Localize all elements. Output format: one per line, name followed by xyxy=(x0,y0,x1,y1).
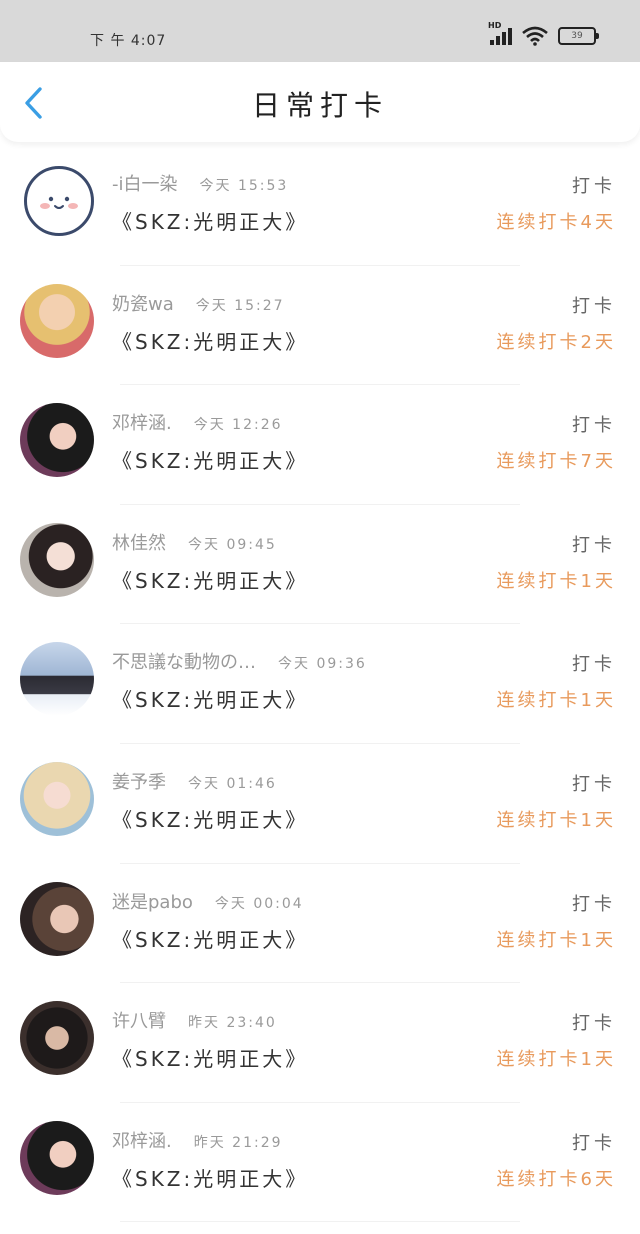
streak-text: 连续打卡1天 xyxy=(496,929,616,951)
user-line: 林佳然 今天 09:45 xyxy=(112,529,277,555)
book-title[interactable]: 《SKZ:光明正大》 xyxy=(112,1043,308,1072)
user-line: 不思議な動物の… 今天 09:36 xyxy=(112,648,367,674)
nav-bar: 日常打卡 xyxy=(0,62,640,142)
checkin-tag: 打卡 xyxy=(572,415,616,437)
divider xyxy=(120,1221,520,1223)
checkin-tag: 打卡 xyxy=(572,1132,616,1154)
avatar[interactable] xyxy=(20,403,94,478)
user-name[interactable]: 许八臂 xyxy=(112,1011,166,1032)
user-name[interactable]: 林佳然 xyxy=(112,533,166,554)
streak-text: 连续打卡1天 xyxy=(496,690,616,712)
user-line: 邓梓涵. 昨天 21:29 xyxy=(112,1127,283,1153)
list-item[interactable]: 姜予季 今天 01:46 《SKZ:光明正大》 打卡 连续打卡1天 xyxy=(0,744,640,864)
signal-icon: HD xyxy=(488,21,512,45)
user-name[interactable]: 奶瓷wa xyxy=(112,294,174,315)
streak-text: 连续打卡6天 xyxy=(496,1168,616,1190)
wifi-icon xyxy=(522,26,548,46)
streak-text: 连续打卡1天 xyxy=(496,1049,616,1071)
book-title[interactable]: 《SKZ:光明正大》 xyxy=(112,1163,308,1192)
avatar[interactable] xyxy=(20,642,94,717)
battery-icon: 39 xyxy=(558,27,599,45)
list-item[interactable]: 邓梓涵. 今天 12:26 《SKZ:光明正大》 打卡 连续打卡7天 xyxy=(0,385,640,505)
checkin-tag: 打卡 xyxy=(572,534,616,556)
streak-text: 连续打卡4天 xyxy=(496,212,616,233)
status-bar: 下 午 4:07 HD 39 xyxy=(0,0,640,62)
user-name[interactable]: 邓梓涵. xyxy=(112,413,172,434)
user-name[interactable]: -i白一染 xyxy=(112,174,178,195)
post-time: 昨天 21:29 xyxy=(193,1134,283,1151)
avatar[interactable] xyxy=(20,1120,94,1195)
streak-text: 连续打卡1天 xyxy=(496,809,616,831)
post-time: 今天 09:45 xyxy=(188,536,277,553)
avatar[interactable] xyxy=(24,166,94,236)
hd-label: HD xyxy=(488,21,502,30)
avatar[interactable] xyxy=(20,761,94,836)
book-title[interactable]: 《SKZ:光明正大》 xyxy=(112,445,308,474)
list-item[interactable]: 许八臂 昨天 23:40 《SKZ:光明正大》 打卡 连续打卡1天 xyxy=(0,983,640,1103)
post-time: 今天 09:36 xyxy=(278,656,367,673)
avatar[interactable] xyxy=(20,1001,94,1076)
post-time: 今天 12:26 xyxy=(193,417,283,434)
user-line: 迷是pabo 今天 00:04 xyxy=(112,888,304,914)
user-name[interactable]: 邓梓涵. xyxy=(112,1131,172,1152)
list-item[interactable]: 不思議な動物の… 今天 09:36 《SKZ:光明正大》 打卡 连续打卡1天 xyxy=(0,624,640,744)
list-item[interactable]: 迷是pabo 今天 00:04 《SKZ:光明正大》 打卡 连续打卡1天 xyxy=(0,864,640,984)
checkin-tag: 打卡 xyxy=(572,295,616,317)
book-title[interactable]: 《SKZ:光明正大》 xyxy=(112,326,308,355)
streak-text: 连续打卡2天 xyxy=(496,331,616,353)
post-time: 昨天 23:40 xyxy=(188,1015,277,1032)
list-item[interactable]: 奶瓷wa 今天 15:27 《SKZ:光明正大》 打卡 连续打卡2天 xyxy=(0,266,640,386)
avatar[interactable] xyxy=(20,283,94,358)
book-title[interactable]: 《SKZ:光明正大》 xyxy=(112,804,308,833)
user-line: -i白一染 今天 15:53 xyxy=(112,170,288,196)
post-time: 今天 15:27 xyxy=(195,297,285,314)
post-time: 今天 15:53 xyxy=(199,178,289,194)
user-line: 奶瓷wa 今天 15:27 xyxy=(112,290,285,316)
checkin-tag: 打卡 xyxy=(572,1013,616,1035)
list-item[interactable]: 邓梓涵. 昨天 21:29 《SKZ:光明正大》 打卡 连续打卡6天 xyxy=(0,1103,640,1223)
user-line: 许八臂 昨天 23:40 xyxy=(112,1007,277,1033)
avatar[interactable] xyxy=(20,881,94,956)
checkin-tag: 打卡 xyxy=(572,176,616,197)
post-time: 今天 00:04 xyxy=(214,895,304,912)
list-item[interactable]: 林佳然 今天 09:45 《SKZ:光明正大》 打卡 连续打卡1天 xyxy=(0,505,640,625)
checkin-tag: 打卡 xyxy=(572,773,616,795)
status-icons: HD 39 xyxy=(488,21,599,46)
checkin-list: -i白一染 今天 15:53 《SKZ:光明正大》 打卡 连续打卡4天 奶瓷wa 今… xyxy=(0,146,640,1223)
user-line: 姜予季 今天 01:46 xyxy=(112,768,277,794)
book-title[interactable]: 《SKZ:光明正大》 xyxy=(112,924,308,953)
checkin-tag: 打卡 xyxy=(572,654,616,676)
user-line: 邓梓涵. 今天 12:26 xyxy=(112,409,283,435)
post-time: 今天 01:46 xyxy=(188,775,277,792)
user-name[interactable]: 姜予季 xyxy=(112,772,166,793)
list-item[interactable]: -i白一染 今天 15:53 《SKZ:光明正大》 打卡 连续打卡4天 xyxy=(0,146,640,266)
streak-text: 连续打卡1天 xyxy=(496,570,616,592)
book-title[interactable]: 《SKZ:光明正大》 xyxy=(112,684,308,713)
user-name[interactable]: 不思議な動物の… xyxy=(112,652,256,673)
avatar[interactable] xyxy=(20,522,94,597)
book-title[interactable]: 《SKZ:光明正大》 xyxy=(112,565,308,594)
page-title: 日常打卡 xyxy=(251,89,388,122)
streak-text: 连续打卡7天 xyxy=(496,451,616,473)
checkin-tag: 打卡 xyxy=(572,893,616,915)
book-title[interactable]: 《SKZ:光明正大》 xyxy=(112,206,308,235)
smiley-face-icon xyxy=(40,196,78,209)
user-name[interactable]: 迷是pabo xyxy=(112,892,193,913)
status-time: 下 午 4:07 xyxy=(90,33,167,49)
